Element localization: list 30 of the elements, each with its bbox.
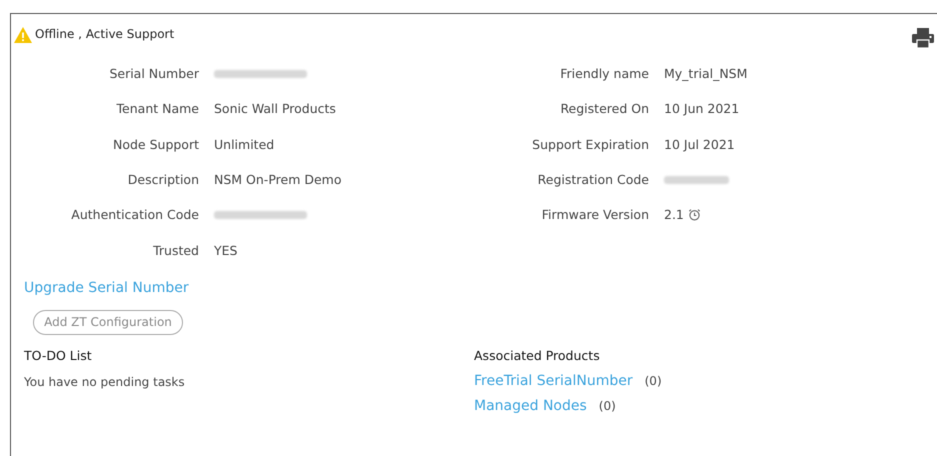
blurred-value (664, 176, 729, 184)
field-label: Support Expiration (531, 136, 649, 154)
field-label: Tenant Name (116, 100, 199, 118)
field-label: Description (126, 171, 199, 190)
field-label: Authentication Code (70, 206, 199, 224)
field-value: NSM On-Prem Demo (214, 172, 342, 188)
field-value: Sonic Wall Products (214, 101, 336, 116)
field-label: Registered On (559, 100, 649, 118)
product-link[interactable]: Managed Nodes (474, 398, 587, 414)
printer-icon[interactable] (911, 27, 935, 49)
field-label: Registration Code (536, 171, 649, 190)
field-value: 10 Jul 2021 (664, 136, 735, 152)
field-label: Node Support (112, 136, 199, 154)
field-value: YES (214, 242, 238, 258)
field-value: 2.1 (664, 207, 684, 222)
upgrade-link[interactable]: Upgrade Serial Number (24, 280, 189, 296)
field-label: Firmware Version (540, 206, 649, 224)
count-text: (0) (598, 398, 616, 413)
field-label: Friendly name (559, 65, 649, 84)
status-text: Offline , Active Support (35, 27, 174, 41)
empty-message: You have no pending tasks (24, 374, 185, 389)
section-title: TO-DO List (24, 348, 92, 363)
section-title: Associated Products (474, 348, 600, 363)
field-value: My_trial_NSM (664, 66, 748, 82)
product-link[interactable]: FreeTrial SerialNumber (474, 372, 633, 389)
field-label: Trusted (152, 242, 199, 260)
field-value: Unlimited (214, 136, 274, 152)
count-text: (0) (644, 374, 662, 388)
field-value: 10 Jun 2021 (664, 101, 740, 116)
field-label: Serial Number (108, 65, 199, 84)
